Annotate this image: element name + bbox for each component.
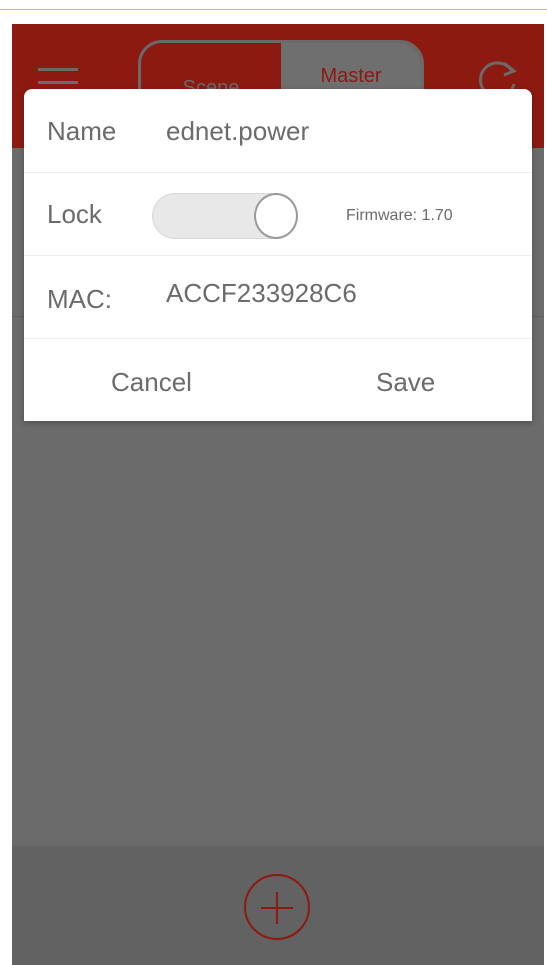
top-divider [0, 9, 547, 10]
device-edit-dialog: Name ednet.power Lock Firmware: 1.70 MAC… [24, 89, 532, 421]
cancel-button[interactable]: Cancel [111, 367, 192, 398]
name-field[interactable]: ednet.power [166, 116, 309, 147]
firmware-version: Firmware: 1.70 [346, 207, 453, 224]
lock-row: Lock Firmware: 1.70 [24, 173, 532, 256]
mac-row: MAC: ACCF233928C6 [24, 256, 532, 339]
name-row: Name ednet.power [24, 89, 532, 173]
lock-toggle[interactable] [152, 193, 298, 239]
name-label: Name [47, 116, 117, 146]
lock-label: Lock [47, 199, 102, 229]
mac-label: MAC: [47, 284, 112, 314]
screenshot-frame: Scene Master Name ednet.power Lock Firmw… [0, 0, 547, 965]
dialog-actions: Cancel Save [24, 339, 532, 421]
toggle-knob [254, 193, 298, 239]
save-button[interactable]: Save [376, 367, 435, 398]
mac-value: ACCF233928C6 [166, 278, 357, 308]
add-button[interactable] [244, 874, 310, 940]
